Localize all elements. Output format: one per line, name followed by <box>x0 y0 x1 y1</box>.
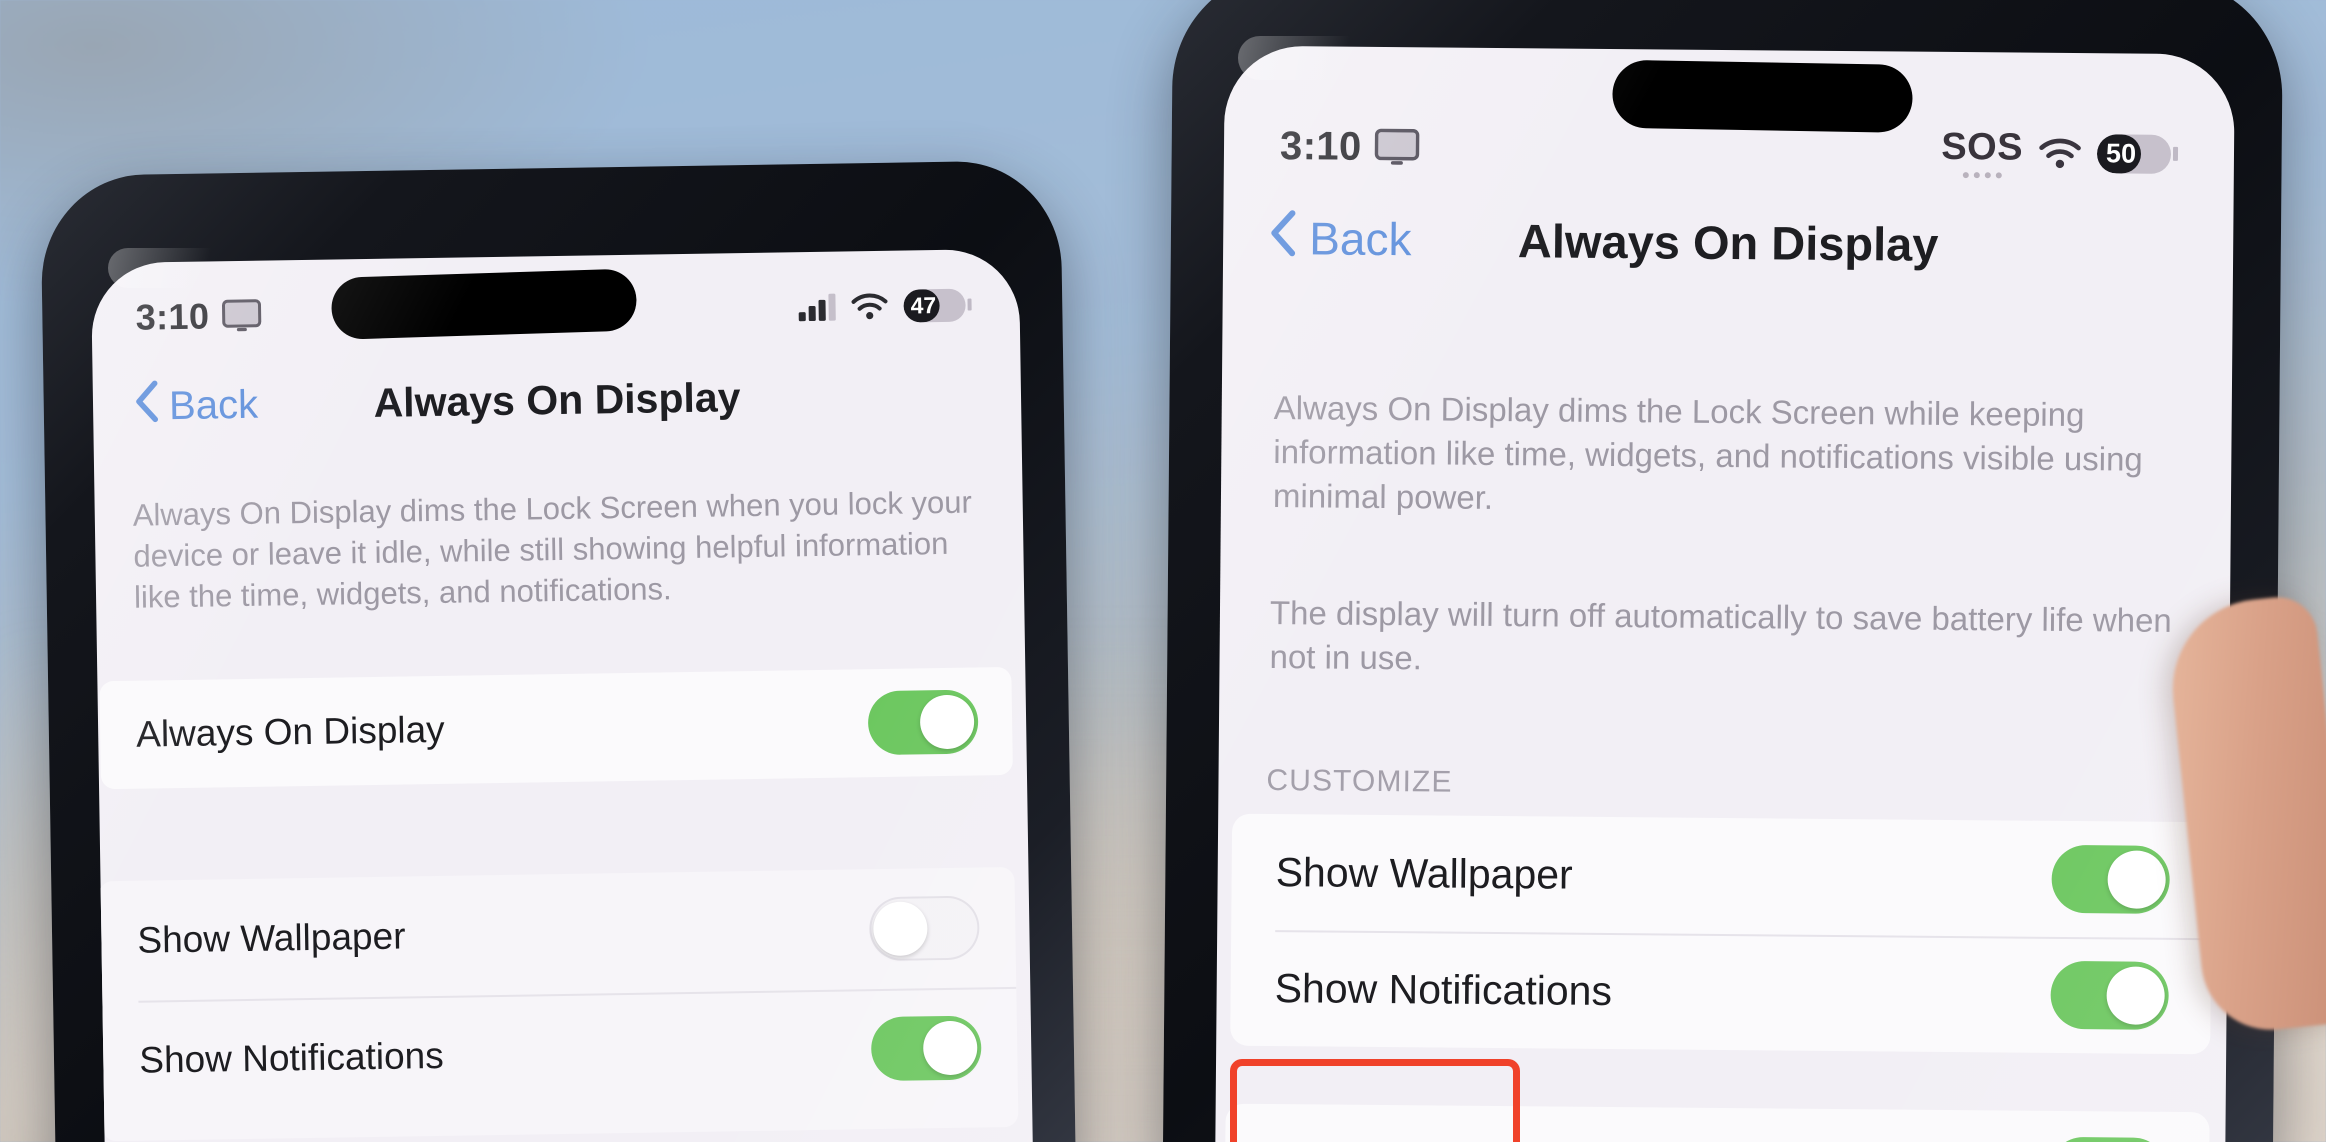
left-phone-screen: 3:10 47 Back Always On Display Always On… <box>90 248 1034 1142</box>
wifi-icon <box>2039 137 2081 168</box>
right-row-show-wallpaper[interactable]: Show Wallpaper <box>1231 814 2212 939</box>
left-toggle-show-notifications[interactable] <box>870 1015 982 1082</box>
sos-indicator-icon: SOS <box>1941 126 2023 179</box>
cellular-signal-icon <box>798 293 836 321</box>
wifi-icon <box>851 292 888 320</box>
left-nav-bar: Back Always On Display <box>93 357 1022 444</box>
left-toggle-always-on-display[interactable] <box>867 689 979 756</box>
battery-percent-label: 50 <box>2105 137 2137 169</box>
left-phone-device: 3:10 47 Back Always On Display Always On… <box>40 160 1076 1142</box>
right-phone-device: 3:10 SOS 50 Back Always On Display Alway… <box>1162 0 2284 1142</box>
right-section-header-customize: CUSTOMIZE <box>1266 764 1453 799</box>
right-row-label: Show Notifications <box>1274 964 1613 1014</box>
right-group-bottom: Always On Display <box>1224 1103 2210 1142</box>
right-row-show-notifications[interactable]: Show Notifications <box>1230 930 2211 1055</box>
battery-icon: 47 <box>903 288 972 323</box>
right-description-1: Always On Display dims the Lock Screen w… <box>1272 389 2143 516</box>
left-row-show-wallpaper[interactable]: Show Wallpaper <box>99 867 1017 1001</box>
left-row-always-on-display[interactable]: Always On Display <box>99 667 1013 789</box>
left-row-label: Show Notifications <box>139 1034 444 1081</box>
toggle-knob <box>919 694 975 750</box>
toggle-knob <box>872 901 928 957</box>
sos-label: SOS <box>1941 125 2024 169</box>
left-row-label: Show Wallpaper <box>137 915 406 961</box>
left-dynamic-island <box>330 268 638 340</box>
left-description-text: Always On Display dims the Lock Screen w… <box>132 484 973 616</box>
right-toggle-show-notifications[interactable] <box>2050 960 2169 1030</box>
right-status-time: 3:10 <box>1279 123 1362 169</box>
toggle-knob <box>922 1020 978 1076</box>
toggle-knob <box>2107 850 2166 909</box>
right-toggle-always-on-display[interactable] <box>2048 1136 2168 1142</box>
left-row-show-notifications[interactable]: Show Notifications <box>100 987 1018 1121</box>
left-status-time: 3:10 <box>135 295 210 338</box>
left-row-label: Always On Display <box>135 708 445 755</box>
right-nav-bar: Back Always On Display <box>1223 198 2234 287</box>
right-phone-screen: 3:10 SOS 50 Back Always On Display Alway… <box>1215 45 2235 1142</box>
screen-mirroring-icon <box>221 299 262 334</box>
screen-mirroring-icon <box>1374 128 1420 166</box>
toggle-knob <box>2106 966 2165 1025</box>
battery-icon: 50 <box>2096 133 2179 174</box>
right-description-2: The display will turn off automatically … <box>1269 594 2172 677</box>
right-row-always-on-display[interactable]: Always On Display <box>1225 1104 2210 1142</box>
left-group-customize: Show Wallpaper Show Notifications <box>98 866 1019 1142</box>
right-group-customize: Show Wallpaper Show Notifications <box>1230 813 2213 1055</box>
right-page-title: Always On Display <box>1517 213 1939 271</box>
battery-percent-label: 47 <box>910 291 937 318</box>
right-toggle-show-wallpaper[interactable] <box>2051 844 2170 914</box>
left-group-main: Always On Display <box>99 666 1013 790</box>
right-row-label: Show Wallpaper <box>1275 848 1573 898</box>
left-toggle-show-wallpaper[interactable] <box>868 895 980 962</box>
right-dynamic-island <box>1611 59 1914 133</box>
